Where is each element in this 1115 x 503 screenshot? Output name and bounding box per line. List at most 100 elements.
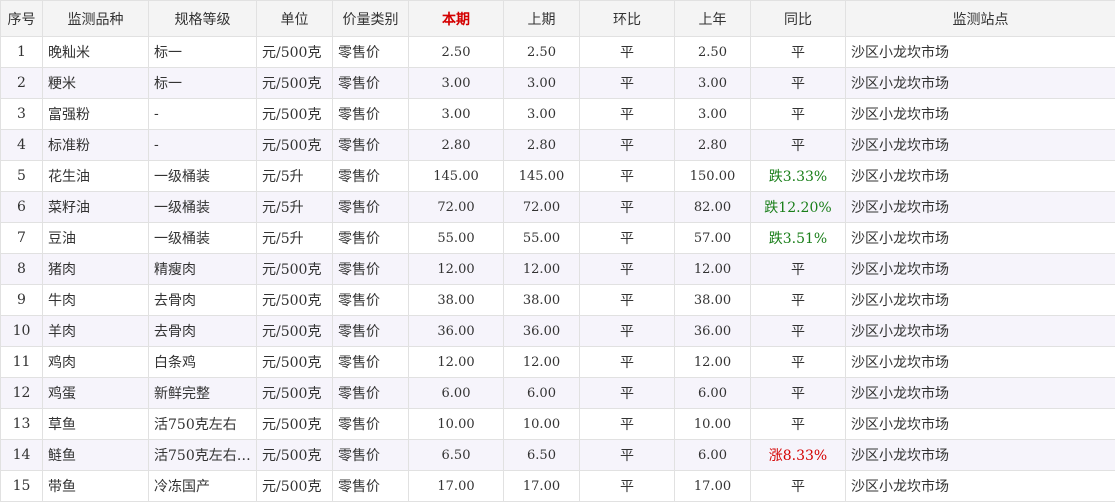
cell-grade: - <box>148 129 257 161</box>
table-row: 9 牛肉 去骨肉 元/500克 零售价 38.00 38.00 平 38.00 平沙区小龙坎市场 <box>0 284 1115 316</box>
cell-yoy: 平 <box>750 67 846 99</box>
cell-unit: 元/500克 <box>256 36 333 68</box>
cell-previous: 3.00 <box>503 67 580 99</box>
cell-grade: 新鲜完整 <box>148 377 257 409</box>
cell-unit: 元/500克 <box>256 470 333 502</box>
cell-price-type: 零售价 <box>332 98 409 130</box>
cell-station: 沙区小龙坎市场 <box>845 408 1115 440</box>
cell-mom: 平 <box>579 160 675 192</box>
cell-grade: 去骨肉 <box>148 284 257 316</box>
cell-yoy: 平 <box>750 129 846 161</box>
cell-last-year: 17.00 <box>674 470 751 502</box>
table-header-row: 序号 监测品种 规格等级 单位 价量类别 本期 上期 环比 上年 同比 监测站点 <box>0 0 1115 37</box>
table-row: 7 豆油 一级桶装 元/5升 零售价 55.00 55.00 平 57.00 跌3.51% 沙区小龙… <box>0 222 1115 254</box>
cell-price-type: 零售价 <box>332 160 409 192</box>
cell-previous: 145.00 <box>503 160 580 192</box>
cell-yoy: 平 <box>750 470 846 502</box>
table-row: 15 带鱼 冷冻国产 元/500克 零售价 17.00 17.00 平 17.00 平沙区小龙坎市… <box>0 470 1115 502</box>
table-row: 14 鲢鱼 活750克左右… 元/500克 零售价 6.50 6.50 平 6.00 涨8.33%… <box>0 439 1115 471</box>
cell-current: 12.00 <box>408 346 504 378</box>
table-row: 5 花生油 一级桶装 元/5升 零售价 145.00 145.00 平 150.00 跌3.33%… <box>0 160 1115 192</box>
cell-previous: 38.00 <box>503 284 580 316</box>
cell-station: 沙区小龙坎市场 <box>845 253 1115 285</box>
cell-last-year: 57.00 <box>674 222 751 254</box>
cell-unit: 元/5升 <box>256 222 333 254</box>
cell-last-year: 6.00 <box>674 439 751 471</box>
cell-yoy: 平 <box>750 315 846 347</box>
cell-unit: 元/500克 <box>256 253 333 285</box>
cell-mom: 平 <box>579 253 675 285</box>
cell-current: 6.00 <box>408 377 504 409</box>
cell-previous: 17.00 <box>503 470 580 502</box>
cell-grade: 白条鸡 <box>148 346 257 378</box>
cell-yoy: 跌3.33% <box>750 160 846 192</box>
header-yoy: 同比 <box>750 0 846 37</box>
table-row: 6 菜籽油 一级桶装 元/5升 零售价 72.00 72.00 平 82.00 跌12.20% 沙区… <box>0 191 1115 223</box>
cell-price-type: 零售价 <box>332 222 409 254</box>
cell-last-year: 3.00 <box>674 67 751 99</box>
cell-item: 牛肉 <box>42 284 149 316</box>
cell-current: 3.00 <box>408 67 504 99</box>
cell-previous: 72.00 <box>503 191 580 223</box>
cell-no: 5 <box>0 160 43 192</box>
cell-no: 10 <box>0 315 43 347</box>
cell-unit: 元/5升 <box>256 160 333 192</box>
cell-no: 6 <box>0 191 43 223</box>
cell-current: 145.00 <box>408 160 504 192</box>
cell-current: 3.00 <box>408 98 504 130</box>
cell-unit: 元/500克 <box>256 377 333 409</box>
cell-station: 沙区小龙坎市场 <box>845 346 1115 378</box>
header-no: 序号 <box>0 0 43 37</box>
cell-price-type: 零售价 <box>332 284 409 316</box>
cell-price-type: 零售价 <box>332 315 409 347</box>
cell-item: 菜籽油 <box>42 191 149 223</box>
cell-current: 2.50 <box>408 36 504 68</box>
cell-mom: 平 <box>579 408 675 440</box>
cell-unit: 元/500克 <box>256 98 333 130</box>
cell-price-type: 零售价 <box>332 36 409 68</box>
header-grade: 规格等级 <box>148 0 257 37</box>
cell-last-year: 36.00 <box>674 315 751 347</box>
cell-previous: 12.00 <box>503 346 580 378</box>
cell-no: 11 <box>0 346 43 378</box>
cell-no: 7 <box>0 222 43 254</box>
cell-no: 13 <box>0 408 43 440</box>
table-row: 8 猪肉 精瘦肉 元/500克 零售价 12.00 12.00 平 12.00 平沙区小龙坎市场 <box>0 253 1115 285</box>
cell-mom: 平 <box>579 284 675 316</box>
cell-item: 鲢鱼 <box>42 439 149 471</box>
cell-no: 4 <box>0 129 43 161</box>
cell-last-year: 10.00 <box>674 408 751 440</box>
cell-yoy: 平 <box>750 346 846 378</box>
cell-grade: 精瘦肉 <box>148 253 257 285</box>
cell-item: 带鱼 <box>42 470 149 502</box>
cell-station: 沙区小龙坎市场 <box>845 439 1115 471</box>
cell-yoy: 平 <box>750 284 846 316</box>
price-monitor-table: 序号 监测品种 规格等级 单位 价量类别 本期 上期 环比 上年 同比 监测站点… <box>0 0 1115 502</box>
cell-last-year: 150.00 <box>674 160 751 192</box>
cell-unit: 元/500克 <box>256 439 333 471</box>
table-row: 4 标准粉 - 元/500克 零售价 2.80 2.80 平 2.80 平沙区小龙坎市场 <box>0 129 1115 161</box>
header-unit: 单位 <box>256 0 333 37</box>
cell-item: 晚籼米 <box>42 36 149 68</box>
cell-item: 富强粉 <box>42 98 149 130</box>
cell-item: 标准粉 <box>42 129 149 161</box>
cell-current: 2.80 <box>408 129 504 161</box>
table-row: 1 晚籼米 标一 元/500克 零售价 2.50 2.50 平 2.50 平沙区小龙坎市场 <box>0 36 1115 68</box>
header-previous-period: 上期 <box>503 0 580 37</box>
cell-station: 沙区小龙坎市场 <box>845 191 1115 223</box>
cell-last-year: 3.00 <box>674 98 751 130</box>
header-item: 监测品种 <box>42 0 149 37</box>
header-price-type: 价量类别 <box>332 0 409 37</box>
cell-current: 6.50 <box>408 439 504 471</box>
cell-previous: 6.00 <box>503 377 580 409</box>
cell-station: 沙区小龙坎市场 <box>845 470 1115 502</box>
cell-last-year: 38.00 <box>674 284 751 316</box>
cell-item: 鸡肉 <box>42 346 149 378</box>
cell-current: 36.00 <box>408 315 504 347</box>
cell-grade: 一级桶装 <box>148 222 257 254</box>
cell-grade: 标一 <box>148 67 257 99</box>
cell-mom: 平 <box>579 315 675 347</box>
cell-current: 72.00 <box>408 191 504 223</box>
cell-no: 2 <box>0 67 43 99</box>
cell-unit: 元/500克 <box>256 129 333 161</box>
